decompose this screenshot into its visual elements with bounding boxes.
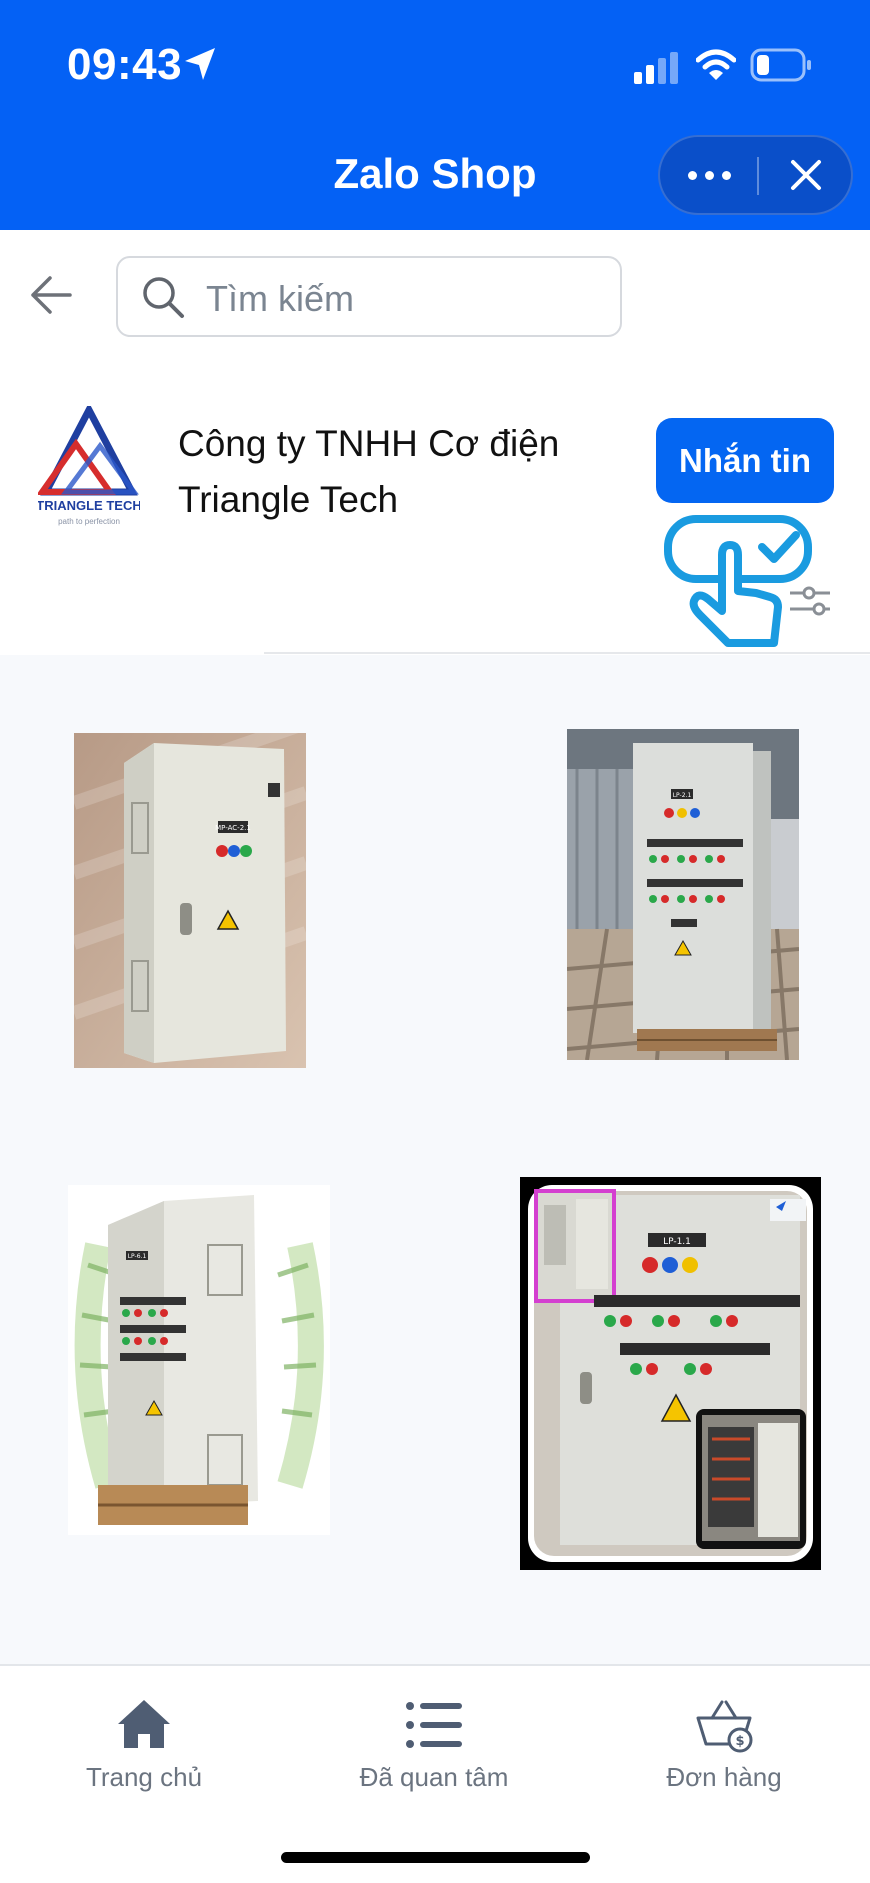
follow-hand-icon[interactable] (664, 515, 834, 650)
list-icon (406, 1702, 462, 1748)
status-time: 09:43 (67, 40, 183, 89)
dot-icon (704, 170, 714, 180)
app-header: 09:43 Zalo Shop (0, 0, 870, 230)
home-indicator[interactable] (281, 1852, 590, 1863)
product-image: LP-2.1 (567, 729, 799, 1060)
product-card[interactable]: LP-1.1 (520, 1177, 821, 1570)
status-bar: 09:43 (0, 0, 870, 130)
close-button[interactable] (760, 137, 852, 213)
wifi-icon (696, 49, 736, 80)
nav-item-home[interactable]: Trang chủ (24, 1686, 264, 1806)
cellular-signal-icon (634, 52, 678, 84)
shop-divider (264, 652, 870, 654)
home-icon (118, 1700, 170, 1748)
nav-item-orders[interactable]: $ Đơn hàng (604, 1686, 844, 1806)
shop-name: Công ty TNHH Cơ điện Triangle Tech (178, 416, 578, 528)
product-card[interactable]: MP-AC-2.1 (74, 733, 306, 1068)
product-label: LP-1.1 (663, 1237, 691, 1247)
svg-text:TRIANGLE TECH: TRIANGLE TECH (38, 498, 140, 513)
message-button[interactable]: Nhắn tin (656, 418, 834, 503)
svg-text:$: $ (735, 1734, 744, 1749)
close-icon (791, 160, 821, 190)
dot-icon (721, 170, 731, 180)
basket-icon: $ (696, 1700, 753, 1753)
dot-icon (687, 170, 697, 180)
product-label: LP-6.1 (128, 1253, 147, 1260)
shop-logo: TRIANGLE TECH path to perfection (38, 406, 140, 526)
mini-app-capsule (658, 135, 853, 215)
product-image: MP-AC-2.1 (74, 733, 306, 1068)
product-label: LP-2.1 (673, 792, 692, 799)
product-image: LP-1.1 (520, 1177, 821, 1570)
search-icon (143, 277, 184, 318)
bottom-navigation: Trang chủ Đã quan tâm $ Đơn hàng (0, 1664, 870, 1883)
location-arrow-icon (185, 48, 215, 80)
more-options-button[interactable] (660, 137, 758, 213)
product-grid: MP-AC-2.1 LP-2.1 LP-6.1 LP-1.1 (0, 655, 870, 1665)
capsule-divider (757, 157, 759, 195)
back-arrow-icon[interactable] (28, 272, 74, 318)
shop-header: TRIANGLE TECH path to perfection Công ty… (0, 370, 870, 655)
nav-label-home: Trang chủ (85, 1762, 203, 1792)
nav-item-favorites[interactable]: Đã quan tâm (314, 1686, 554, 1806)
product-image: LP-6.1 (68, 1185, 330, 1535)
product-label: MP-AC-2.1 (215, 824, 251, 832)
svg-text:path to perfection: path to perfection (58, 517, 120, 526)
nav-label-orders: Đơn hàng (666, 1762, 782, 1792)
nav-label-favorites: Đã quan tâm (359, 1762, 509, 1792)
search-input[interactable]: Tìm kiếm (116, 256, 622, 337)
shop-name-line1: Công ty TNHH Cơ điện (178, 423, 560, 464)
search-placeholder: Tìm kiếm (206, 278, 354, 319)
product-card[interactable]: LP-2.1 (567, 729, 799, 1060)
shop-name-line2: Triangle Tech (178, 479, 399, 520)
battery-icon (750, 48, 811, 82)
product-card[interactable]: LP-6.1 (68, 1185, 330, 1535)
